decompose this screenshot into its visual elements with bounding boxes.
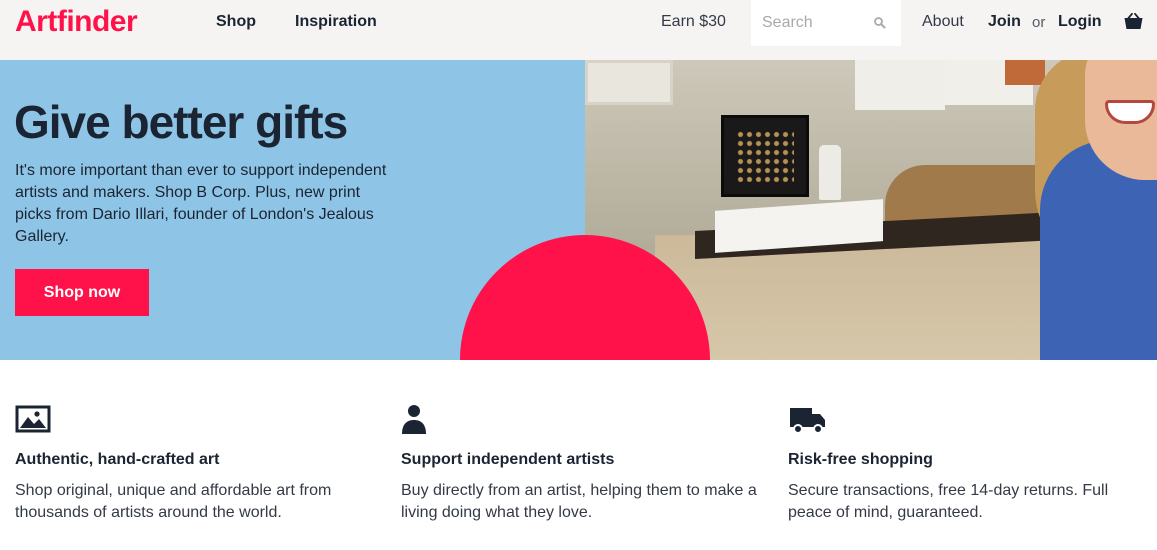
shop-now-button[interactable]: Shop now [15, 269, 149, 316]
decorative-circle [460, 235, 710, 360]
about-link[interactable]: About [922, 12, 964, 32]
feature-text: Buy directly from an artist, helping the… [401, 482, 757, 521]
basket-icon[interactable] [1124, 13, 1143, 30]
image-icon [15, 405, 51, 433]
search-input[interactable] [751, 0, 871, 46]
person-icon [402, 405, 426, 434]
photo-dots [736, 130, 794, 182]
feature-text: Shop original, unique and affordable art… [15, 482, 332, 521]
join-link[interactable]: Join [988, 12, 1021, 32]
photo-dark-frame [721, 115, 809, 197]
search-icon[interactable] [873, 16, 887, 30]
feature-title: Authentic, hand-crafted art [15, 451, 220, 468]
nav-inspiration[interactable]: Inspiration [295, 12, 377, 32]
photo-frame [855, 60, 945, 110]
search-box [751, 0, 901, 46]
photo-bottle [819, 145, 841, 200]
site-header: Artfinder Shop Inspiration Earn $30 Abou… [0, 0, 1157, 60]
feature-authentic: Authentic, hand-crafted art Shop origina… [15, 403, 375, 521]
nav-shop[interactable]: Shop [216, 12, 256, 32]
feature-title: Risk-free shopping [788, 451, 933, 468]
photo-frame [1005, 60, 1045, 85]
feature-title: Support independent artists [401, 451, 615, 468]
feature-support: Support independent artists Buy directly… [401, 403, 761, 521]
photo-frame [585, 60, 673, 105]
earn-link[interactable]: Earn $30 [661, 12, 726, 32]
feature-text: Secure transactions, free 14-day returns… [788, 482, 1109, 521]
or-separator: or [1032, 14, 1046, 31]
login-link[interactable]: Login [1058, 12, 1102, 32]
truck-icon [790, 408, 825, 434]
hero-text: It's more important than ever to support… [15, 162, 387, 245]
artfinder-logo[interactable]: Artfinder [15, 3, 138, 41]
hero-title: Give better gifts [14, 96, 348, 148]
feature-risk-free: Risk-free shopping Secure transactions, … [788, 403, 1148, 521]
